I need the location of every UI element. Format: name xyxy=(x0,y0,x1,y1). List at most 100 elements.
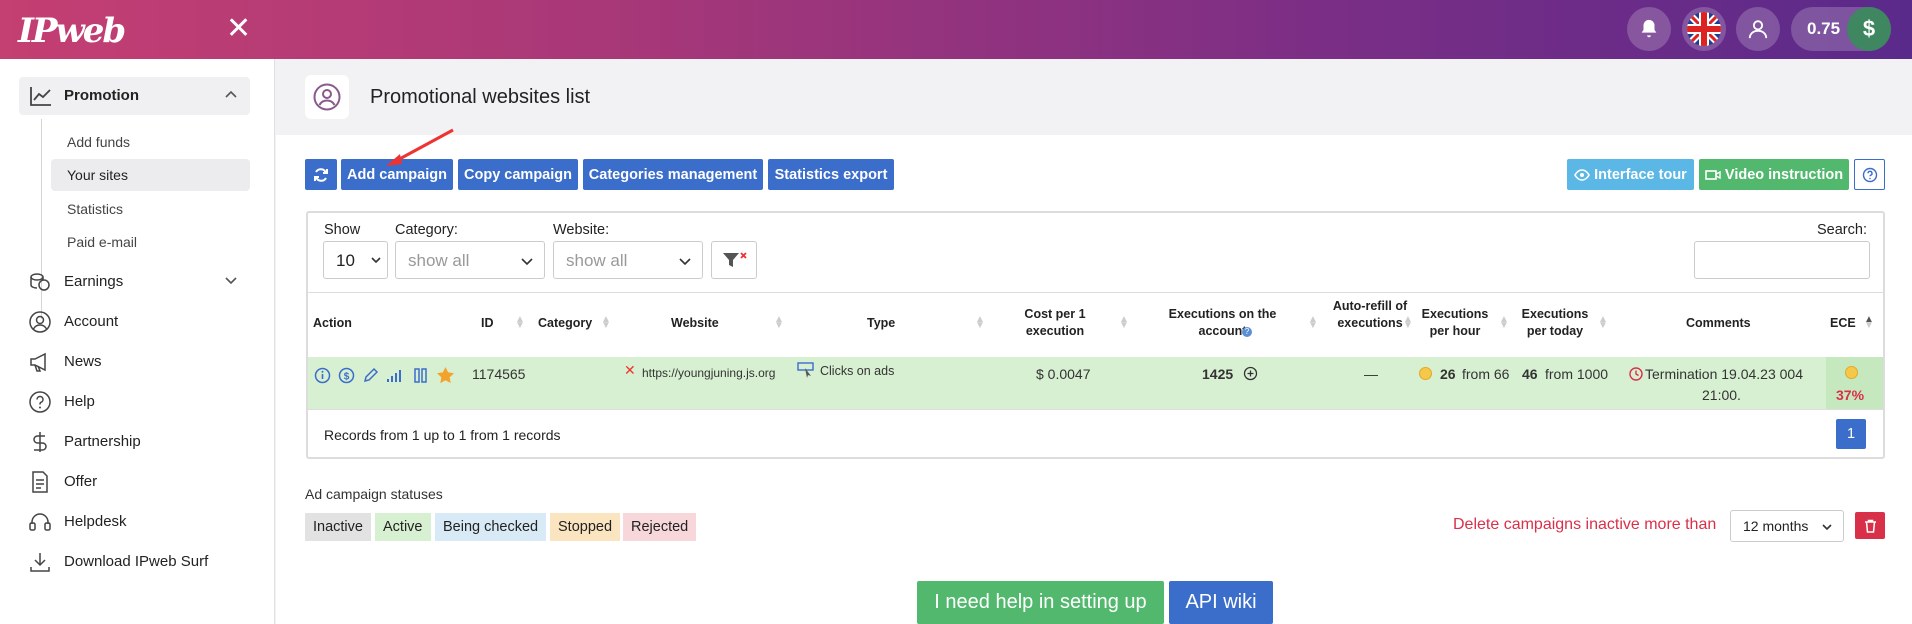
sort-arrows-icon: ▲ ▼ xyxy=(1308,314,1318,331)
category-select-value: show all xyxy=(408,251,470,270)
sidebar-item-label: Earnings xyxy=(64,273,124,290)
cell-type: Clicks on ads xyxy=(820,364,895,378)
cell-website[interactable]: https://youngjuning.js.org xyxy=(642,366,775,380)
show-select[interactable]: 10 xyxy=(323,241,388,279)
filter-clear-icon xyxy=(723,252,747,267)
add-executions-icon[interactable] xyxy=(1243,366,1258,381)
star-icon[interactable] xyxy=(436,366,455,384)
col-header-type[interactable]: Type xyxy=(867,315,895,332)
col-header-exec-account[interactable]: Executions on the account xyxy=(1160,306,1285,340)
pagination-page-button[interactable]: 1 xyxy=(1836,419,1866,449)
account-icon xyxy=(29,311,51,333)
chevron-down-icon xyxy=(225,277,237,285)
status-active: Active xyxy=(375,513,431,541)
interface-tour-button[interactable]: Interface tour xyxy=(1567,159,1694,190)
sort-arrows-icon: ▲ ▼ xyxy=(1119,314,1129,331)
warning-dot-icon xyxy=(1419,367,1432,380)
interface-tour-label: Interface tour xyxy=(1594,166,1687,183)
copy-campaign-button[interactable]: Copy campaign xyxy=(458,159,578,190)
sidebar-item-paid-email[interactable]: Paid e-mail xyxy=(51,226,250,258)
cell-comment-line1: Termination 19.04.23 004 xyxy=(1645,366,1803,382)
help-button[interactable] xyxy=(1854,159,1885,190)
top-bar: IPweb ✕ 0.75 $ xyxy=(0,0,1912,59)
table-bottom-border xyxy=(308,409,1883,410)
table-row[interactable] xyxy=(308,357,1883,409)
sidebar-item-statistics[interactable]: Statistics xyxy=(51,193,250,225)
download-icon xyxy=(30,553,50,572)
col-header-website[interactable]: Website xyxy=(671,315,719,332)
cell-id: 1174565 xyxy=(472,366,526,382)
website-error-icon: ✕ xyxy=(624,362,636,378)
col-header-category[interactable]: Category xyxy=(538,315,592,332)
question-icon xyxy=(1862,167,1877,182)
page-title-icon-box xyxy=(305,75,349,119)
language-button[interactable] xyxy=(1682,7,1726,51)
video-instruction-button[interactable]: Video instruction xyxy=(1699,159,1849,190)
delete-inactive-button[interactable] xyxy=(1855,512,1885,539)
website-label: Website: xyxy=(553,222,610,238)
col-header-cost[interactable]: Cost per 1 execution xyxy=(1010,306,1100,340)
inactive-period-value: 12 months xyxy=(1743,518,1809,534)
close-sidebar-icon[interactable]: ✕ xyxy=(226,14,251,44)
clear-filters-button[interactable] xyxy=(711,241,757,279)
col-header-action[interactable]: Action xyxy=(313,315,352,332)
help-setup-button[interactable]: I need help in setting up xyxy=(917,581,1164,624)
col-header-exec-hour[interactable]: Executions per hour xyxy=(1415,306,1495,340)
website-select[interactable]: show all xyxy=(553,241,703,279)
col-header-comments[interactable]: Comments xyxy=(1686,315,1751,332)
dollar-icon xyxy=(33,432,47,452)
search-label: Search: xyxy=(1817,222,1867,238)
sidebar-item-your-sites[interactable]: Your sites xyxy=(51,159,250,191)
api-wiki-button[interactable]: API wiki xyxy=(1169,581,1273,624)
search-input[interactable] xyxy=(1694,241,1870,279)
sidebar-section-promotion[interactable]: Promotion xyxy=(19,77,250,115)
inactive-period-select[interactable]: 12 months xyxy=(1730,510,1844,542)
balance-widget[interactable]: 0.75 $ xyxy=(1791,7,1891,51)
table-header-top-border xyxy=(308,292,1883,293)
pause-icon[interactable] xyxy=(412,367,429,384)
col-header-ece[interactable]: ECE xyxy=(1830,315,1856,332)
stats-bars-icon[interactable] xyxy=(386,367,405,384)
info-icon[interactable]: ? xyxy=(1242,327,1252,337)
profile-button[interactable] xyxy=(1736,7,1780,51)
dollar-circle-icon[interactable]: $ xyxy=(338,367,355,384)
sidebar-item-label: Offer xyxy=(64,473,98,490)
sidebar-item-label: Account xyxy=(64,313,119,330)
edit-icon[interactable] xyxy=(362,367,379,384)
sort-arrows-icon: ▲ ▼ xyxy=(1499,314,1509,331)
annotation-arrow xyxy=(386,128,454,166)
sort-arrows-icon: ▲ ▼ xyxy=(1598,314,1608,331)
dollar-icon: $ xyxy=(1847,7,1891,51)
cell-exec-account: 1425 xyxy=(1202,366,1234,382)
sort-arrows-icon: ▲ ▼ xyxy=(975,314,985,331)
info-circle-icon[interactable] xyxy=(314,367,331,384)
sidebar-item-add-funds[interactable]: Add funds xyxy=(51,126,250,158)
status-stopped: Stopped xyxy=(550,513,621,541)
col-header-auto-refill[interactable]: Auto-refill of executions xyxy=(1330,298,1410,332)
sort-arrows-icon: ▲ ▼ xyxy=(601,314,611,331)
cell-exec-hour-rest: from 66 xyxy=(1462,366,1510,382)
col-header-exec-today[interactable]: Executions per today xyxy=(1515,306,1595,340)
cell-exec-today-value: 46 xyxy=(1522,366,1538,382)
refresh-button[interactable] xyxy=(305,159,337,190)
category-select[interactable]: show all xyxy=(395,241,545,279)
user-icon xyxy=(1748,20,1768,39)
cell-exec-today-rest: from 1000 xyxy=(1545,366,1609,382)
col-header-id[interactable]: ID xyxy=(481,315,494,332)
sidebar-item-label: Download IPweb Surf xyxy=(64,553,209,570)
earnings-icon xyxy=(30,273,50,291)
sidebar-section-label: Promotion xyxy=(64,87,139,104)
helpdesk-icon xyxy=(29,513,51,531)
refresh-icon xyxy=(314,167,328,182)
ipweb-logo[interactable]: IPweb xyxy=(18,11,126,51)
sidebar-item-label: Helpdesk xyxy=(64,513,127,530)
statistics-export-button[interactable]: Statistics export xyxy=(768,159,894,190)
ece-indicator-icon xyxy=(1845,366,1858,379)
notifications-button[interactable] xyxy=(1627,7,1671,51)
megaphone-icon xyxy=(30,352,46,372)
status-inactive: Inactive xyxy=(305,513,371,541)
sort-arrows-icon: ▲ ▼ xyxy=(515,314,525,331)
categories-management-button[interactable]: Categories management xyxy=(583,159,763,190)
page-title: Promotional websites list xyxy=(370,86,591,108)
chevron-down-icon xyxy=(521,258,533,266)
